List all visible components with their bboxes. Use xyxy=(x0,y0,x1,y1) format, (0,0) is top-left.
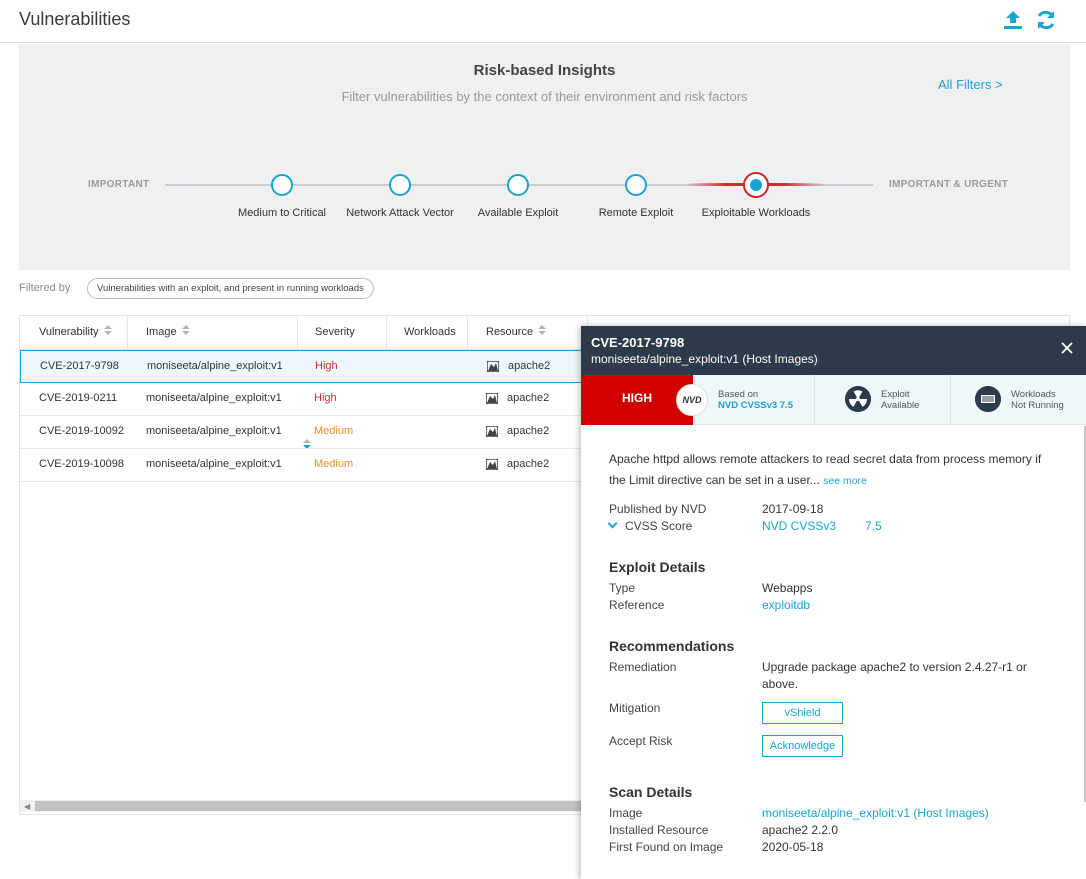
vulnerability-detail-panel: CVE-2017-9798 moniseeta/alpine_exploit:v… xyxy=(581,326,1086,879)
scan-image-label: Image xyxy=(609,806,643,820)
vulnerabilities-page: Vulnerabilities Risk-based Insights Filt… xyxy=(0,0,1086,879)
risk-stop-label[interactable]: Exploitable Workloads xyxy=(702,207,811,219)
mitigation-label: Mitigation xyxy=(609,701,661,715)
filter-chip[interactable]: Vulnerabilities with an exploit, and pre… xyxy=(87,278,374,299)
column-header-image[interactable]: Image xyxy=(128,316,298,350)
cell-resource: apache2 xyxy=(507,392,550,404)
see-more-link[interactable]: see more xyxy=(823,475,867,487)
based-on-label: Based on xyxy=(718,389,759,400)
risk-stop-remote-exploit[interactable] xyxy=(625,174,647,196)
exploit-section: Exploit Available xyxy=(815,375,951,425)
sort-icon xyxy=(103,325,113,336)
cell-image: moniseeta/alpine_exploit:v1 xyxy=(147,360,283,372)
filtered-by-label: Filtered by xyxy=(19,282,71,294)
scale-label-important: IMPORTANT xyxy=(88,179,150,190)
risk-stop-exploitable-workloads[interactable] xyxy=(743,172,769,198)
cell-image: moniseeta/alpine_exploit:v1 xyxy=(146,458,282,470)
cell-severity: High xyxy=(315,360,338,372)
sort-icon xyxy=(538,325,547,336)
cvss-toggle[interactable]: CVSS Score xyxy=(607,518,693,533)
cell-resource: apache2 xyxy=(507,425,550,437)
sort-icon xyxy=(181,325,191,336)
column-header-severity[interactable]: Severity xyxy=(298,316,387,449)
risk-stop-network-attack-vector[interactable] xyxy=(389,174,411,196)
radiation-icon xyxy=(845,386,871,412)
acknowledge-button[interactable]: Acknowledge xyxy=(762,735,843,757)
cell-vulnerability: CVE-2019-10098 xyxy=(39,458,125,470)
remediation-value-line1: Upgrade package apache2 to version 2.4.2… xyxy=(762,660,1027,674)
cell-severity: Medium xyxy=(314,458,354,470)
published-value: 2017-09-18 xyxy=(762,502,824,516)
cell-resource: apache2 xyxy=(508,360,551,372)
risk-stop-label[interactable]: Available Exploit xyxy=(478,207,559,219)
top-bar: Vulnerabilities xyxy=(0,0,1086,43)
cell-severity: High xyxy=(314,392,337,404)
accept-risk-label: Accept Risk xyxy=(609,734,673,748)
published-label: Published by NVD xyxy=(609,502,707,516)
refresh-icon[interactable] xyxy=(1034,8,1058,32)
scan-details-title: Scan Details xyxy=(609,784,693,800)
container-icon xyxy=(975,386,1001,412)
column-header-vulnerability[interactable]: Vulnerability xyxy=(20,316,128,350)
first-found-label: First Found on Image xyxy=(609,840,724,854)
cell-resource: apache2 xyxy=(507,458,550,470)
reference-link[interactable]: exploitdb xyxy=(762,598,810,612)
workloads-section: Workloads Not Running xyxy=(951,375,1086,425)
vulnerability-description: Apache httpd allows remote attackers to … xyxy=(609,449,1061,492)
cvss-label: CVSS Score xyxy=(625,519,693,533)
cell-severity: Medium xyxy=(314,425,354,437)
column-header-resource[interactable]: Resource xyxy=(468,316,588,350)
risk-stop-medium-to-critical[interactable] xyxy=(271,174,293,196)
cell-vulnerability: CVE-2017-9798 xyxy=(40,360,119,372)
risk-summary-band: HIGH NVD Based on NVD CVSSv3 7.5 Exploit… xyxy=(581,375,1086,425)
exploit-label: Exploit xyxy=(881,389,910,400)
installed-resource-label: Installed Resource xyxy=(609,823,709,837)
cvss-score-value[interactable]: 7.5 xyxy=(865,519,882,533)
column-header-workloads[interactable]: Workloads xyxy=(387,316,468,350)
panel-image-subtitle: moniseeta/alpine_exploit:v1 (Host Images… xyxy=(591,352,818,366)
panel-header: CVE-2017-9798 moniseeta/alpine_exploit:v… xyxy=(581,326,1086,375)
scroll-left-icon[interactable]: ◀ xyxy=(24,802,30,811)
type-label: Type xyxy=(609,581,636,595)
first-found-value: 2020-05-18 xyxy=(762,840,824,854)
exploit-status: Available xyxy=(881,400,920,411)
cell-image: moniseeta/alpine_exploit:v1 xyxy=(146,425,282,437)
based-on-value[interactable]: NVD CVSSv3 7.5 xyxy=(718,400,793,411)
panel-cve-title: CVE-2017-9798 xyxy=(591,335,685,350)
workloads-status: Not Running xyxy=(1011,400,1064,411)
remediation-label: Remediation xyxy=(609,660,677,674)
package-icon xyxy=(486,393,498,404)
risk-insights-panel: Risk-based Insights Filter vulnerabiliti… xyxy=(19,44,1070,270)
scrollbar-thumb[interactable] xyxy=(35,801,595,811)
close-icon[interactable] xyxy=(1059,340,1075,356)
cell-image: moniseeta/alpine_exploit:v1 xyxy=(146,392,282,404)
type-value: Webapps xyxy=(762,581,813,595)
scan-image-link[interactable]: moniseeta/alpine_exploit:v1 (Host Images… xyxy=(762,806,989,820)
chevron-down-icon xyxy=(607,518,618,529)
exploit-details-title: Exploit Details xyxy=(609,559,706,575)
installed-resource-value: apache2 2.2.0 xyxy=(762,823,839,837)
risk-stop-label[interactable]: Network Attack Vector xyxy=(346,207,454,219)
insights-title: Risk-based Insights xyxy=(473,62,616,79)
vshield-button[interactable]: vShield xyxy=(762,702,843,724)
page-title: Vulnerabilities xyxy=(19,9,131,29)
cell-vulnerability: CVE-2019-10092 xyxy=(39,425,125,437)
insights-subtitle: Filter vulnerabilities by the context of… xyxy=(341,89,748,104)
package-icon xyxy=(487,361,499,372)
risk-stop-label[interactable]: Medium to Critical xyxy=(238,207,326,219)
cell-vulnerability: CVE-2019-0211 xyxy=(39,392,118,404)
risk-stop-available-exploit[interactable] xyxy=(507,174,529,196)
risk-stop-label[interactable]: Remote Exploit xyxy=(599,207,674,219)
recommendations-title: Recommendations xyxy=(609,638,735,654)
cvss-section: Based on NVD CVSSv3 7.5 xyxy=(693,375,815,425)
package-icon xyxy=(486,459,498,470)
upload-icon[interactable] xyxy=(1001,8,1025,32)
scale-label-urgent: IMPORTANT & URGENT xyxy=(889,179,1009,190)
remediation-value-line2: above. xyxy=(762,677,799,691)
all-filters-link[interactable]: All Filters > xyxy=(938,77,1003,92)
cvss-source-link[interactable]: NVD CVSSv3 xyxy=(762,519,836,533)
package-icon xyxy=(486,426,498,437)
workloads-label: Workloads xyxy=(1011,389,1056,400)
reference-label: Reference xyxy=(609,598,665,612)
